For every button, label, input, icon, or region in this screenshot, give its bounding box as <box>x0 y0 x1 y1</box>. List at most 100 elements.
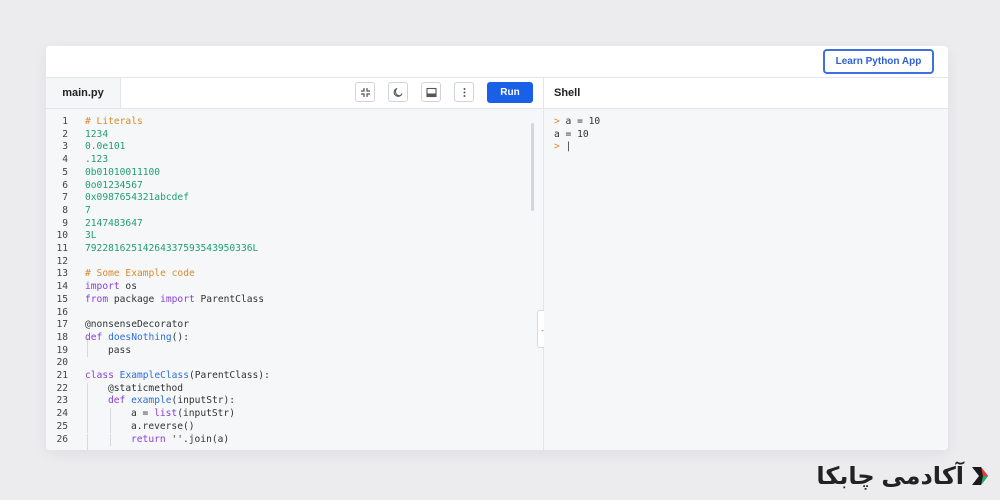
indent-guide <box>87 344 88 358</box>
tab-main-py[interactable]: main.py <box>46 78 121 108</box>
code-token: a.reverse() <box>131 420 195 432</box>
line-number: 26 <box>56 433 68 445</box>
run-button[interactable]: Run <box>487 82 533 103</box>
code-line: 24 a = list(inputStr) <box>46 408 526 421</box>
code-token: 3L <box>85 230 97 242</box>
indent-guide <box>87 408 88 421</box>
code-line: 11 79228162514264337593543950336L <box>46 243 526 256</box>
code-line: 10 3L <box>46 230 526 243</box>
code-token: return <box>131 433 166 445</box>
code-token: # Literals <box>85 116 143 127</box>
indent-guide <box>87 395 88 409</box>
line-number: 6 <box>62 179 68 191</box>
code-token: 0o01234567 <box>85 179 143 191</box>
code-line: 23 def example(inputStr): <box>46 395 526 409</box>
code-token: list <box>154 408 178 420</box>
code-text: def doesNothing(): <box>85 332 189 345</box>
shell-output[interactable]: > a = 10 a = 10 > | <box>544 109 948 450</box>
code-token: ParentClass <box>194 293 265 305</box>
line-number: 2 <box>62 128 68 140</box>
code-line: 2 1234 <box>46 129 526 142</box>
code-line: 19 pass <box>46 344 526 358</box>
indent-guide <box>110 420 111 434</box>
code-token: import <box>85 281 120 293</box>
code-text: pass <box>108 345 131 358</box>
code-line: 22 @staticmethod <box>46 382 526 396</box>
editor-toolbar: main.py Run <box>46 78 543 109</box>
top-bar: Learn Python App <box>46 46 948 78</box>
code-text: from package import ParentClass <box>85 294 264 307</box>
line-number: 23 <box>56 395 68 407</box>
code-text: 0.0e101 <box>85 141 125 154</box>
editor-scrollbar[interactable] <box>531 123 534 211</box>
code-token: pass <box>108 344 132 356</box>
line-number: 22 <box>56 382 68 394</box>
code-text: class ExampleClass(ParentClass): <box>85 370 270 383</box>
line-number: 1 <box>62 116 68 127</box>
layout-panel-icon[interactable] <box>421 82 441 102</box>
code-line: 16 <box>46 307 526 320</box>
code-token: 0x0987654321abcdef <box>85 192 189 204</box>
code-line: 5 0b01010011100 <box>46 167 526 180</box>
code-token: a = <box>131 408 155 420</box>
line-number: 16 <box>56 306 68 318</box>
line-number: 17 <box>56 319 68 331</box>
code-text: 2147483647 <box>85 218 143 231</box>
dark-mode-moon-icon[interactable] <box>388 82 408 102</box>
code-line: 87 <box>46 205 526 218</box>
code-line: 1 # Literals <box>46 116 526 129</box>
code-line: 3 0.0e101 <box>46 141 526 154</box>
code-token: # Some Example code <box>85 268 195 280</box>
indent-guide <box>110 408 111 421</box>
code-text: return ''.join(a) <box>131 434 229 447</box>
brand-logo-icon <box>970 465 990 487</box>
code-token: .123 <box>85 154 109 166</box>
code-token: 0b01010011100 <box>85 166 161 178</box>
code-text: 1234 <box>85 129 108 142</box>
code-token: (ParentClass): <box>188 370 270 381</box>
code-text: 7 <box>85 205 91 218</box>
code-token: package <box>108 293 161 305</box>
code-text: 3L <box>85 230 97 243</box>
code-line: 20 <box>46 357 526 370</box>
code-editor[interactable]: 1 # Literals 2 1234 3 0.0e101 4 .123 5 0b01010011… <box>46 109 543 450</box>
line-number: 24 <box>56 408 68 420</box>
shell-title: Shell <box>554 87 581 99</box>
line-number: 9 <box>62 217 68 229</box>
code-token: @nonsenseDecorator <box>85 319 189 331</box>
code-token: import <box>160 293 195 305</box>
line-number: 25 <box>56 420 68 432</box>
code-text: a = list(inputStr) <box>131 408 235 421</box>
code-token: os <box>119 281 137 293</box>
learn-python-app-button[interactable]: Learn Python App <box>823 49 934 74</box>
line-number: 19 <box>56 344 68 356</box>
code-token: class <box>85 370 114 381</box>
line-number: 12 <box>56 255 68 267</box>
shell-line: a = 10 <box>554 129 589 142</box>
code-line: 12 <box>46 256 526 269</box>
code-line: 26 return ''.join(a) <box>46 433 526 447</box>
code-line: 13 # Some Example code <box>46 268 526 281</box>
line-number: 11 <box>56 243 68 254</box>
code-text: @staticmethod <box>108 383 183 396</box>
line-number: 10 <box>56 230 68 242</box>
line-number: 21 <box>56 370 68 381</box>
shell-line: > a = 10 <box>554 116 600 129</box>
code-line: 9 2147483647 <box>46 218 526 231</box>
brand-logo: آکادمی چابکا <box>780 458 990 494</box>
line-number: 20 <box>56 357 68 369</box>
shell-text: a = 10 <box>559 116 601 127</box>
more-vertical-icon[interactable] <box>454 82 474 102</box>
shell-text: a = 10 <box>554 128 589 140</box>
python-ide-window: Learn Python App main.py Run Shell 1 # Li… <box>46 46 948 450</box>
code-text: @nonsenseDecorator <box>85 319 189 332</box>
code-token: @staticmethod <box>108 382 184 394</box>
code-token: (): <box>171 331 189 343</box>
indent-guide <box>87 382 88 396</box>
collapse-icon[interactable] <box>355 82 375 102</box>
line-number: 3 <box>62 141 68 153</box>
code-text: .123 <box>85 154 108 167</box>
code-line: 7 0x0987654321abcdef <box>46 192 526 205</box>
code-line: 6 0o01234567 <box>46 180 526 193</box>
code-line: 21 class ExampleClass(ParentClass): <box>46 370 526 383</box>
